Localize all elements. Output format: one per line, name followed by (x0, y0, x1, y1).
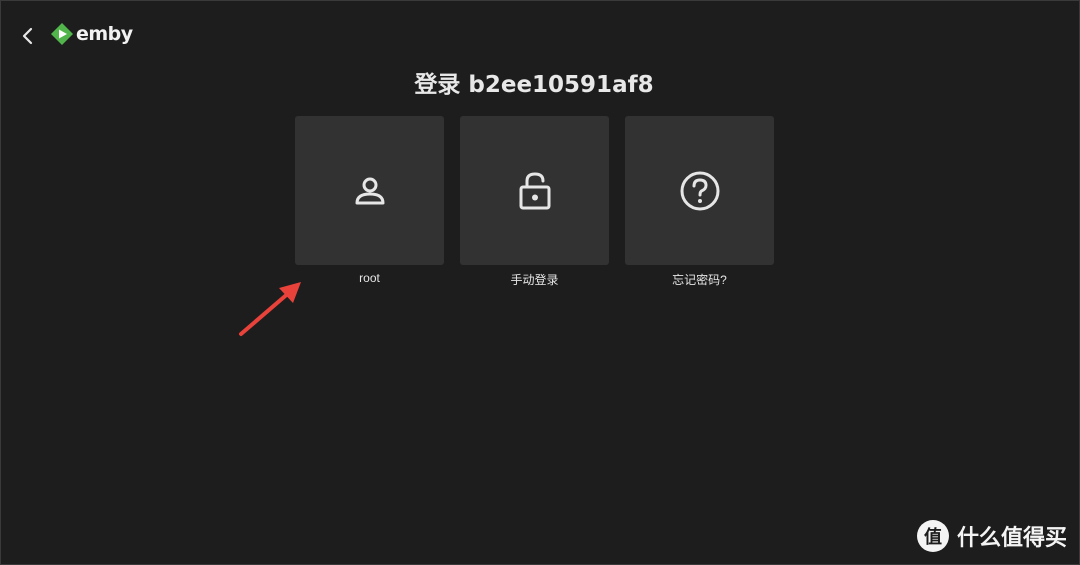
unlock-icon (519, 171, 550, 209)
chevron-left-icon (22, 27, 33, 45)
card-label: 手动登录 (510, 273, 559, 287)
forgot-password-card[interactable]: 忘记密码? (625, 116, 774, 288)
card-label: 忘记密码? (672, 273, 727, 287)
emby-logo-icon (51, 23, 73, 45)
red-arrow-annotation (239, 282, 301, 336)
logo-text: emby (76, 23, 133, 45)
watermark-text: 什么值得买 (956, 526, 1067, 551)
login-options: root 手动登录 忘记密码? (295, 116, 774, 288)
watermark: 值 什么值得买 (916, 520, 1067, 552)
card-tile[interactable] (460, 116, 609, 265)
card-tile[interactable] (625, 116, 774, 265)
card-tile[interactable] (295, 116, 444, 265)
user-card-root[interactable]: root (295, 116, 444, 288)
watermark-badge: 值 (916, 520, 949, 552)
card-label: root (359, 271, 380, 285)
user-icon (355, 177, 384, 204)
back-button[interactable] (15, 23, 41, 49)
manual-login-card[interactable]: 手动登录 (460, 116, 609, 288)
emby-logo[interactable]: emby (51, 21, 133, 47)
page-title: 登录 b2ee10591af8 (414, 72, 654, 98)
app-frame: emby 登录 b2ee10591af8 root 手动登录 忘记密码? 值 什… (0, 0, 1080, 565)
help-icon (680, 171, 719, 210)
